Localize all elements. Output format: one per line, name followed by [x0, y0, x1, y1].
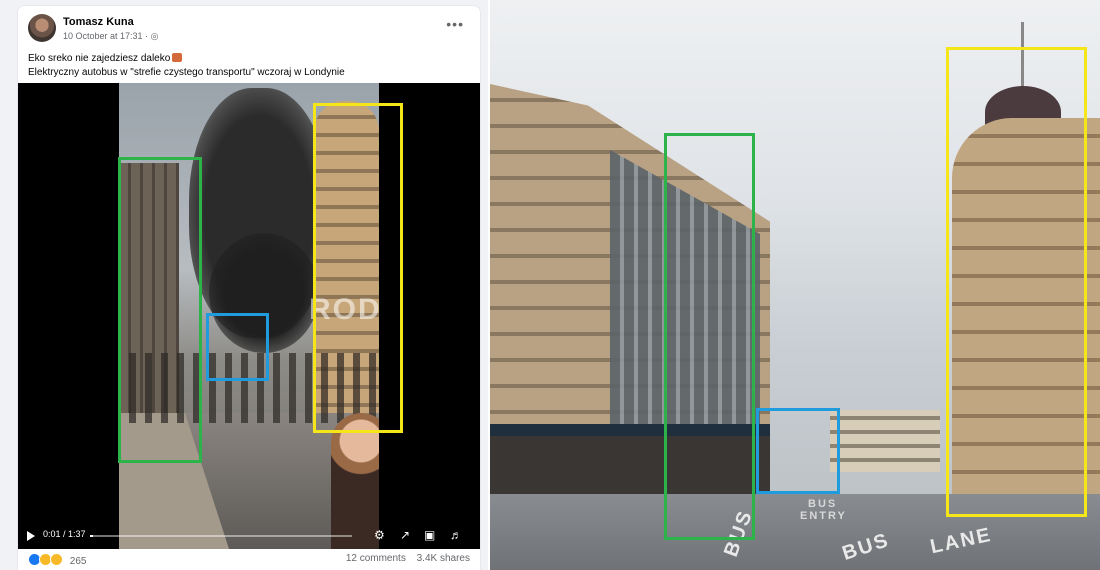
- green-highlight-box: [664, 133, 755, 540]
- social-post-panel: Tomasz Kuna 10 October at 17:31 · ◎ ••• …: [0, 0, 488, 570]
- photo-distant-building: [830, 410, 940, 472]
- video-time: 0:01 / 1:37: [43, 529, 86, 539]
- road-marking-bus-2: BUS: [808, 498, 838, 510]
- post-stats: 12 comments 3.4K shares: [346, 553, 470, 564]
- more-options-icon[interactable]: •••: [446, 16, 464, 32]
- video-controls: 0:01 / 1:37 ⚙ ↗ ▣ ♬: [18, 523, 480, 549]
- fullscreen-icon[interactable]: ↗: [400, 527, 410, 543]
- video-progress-bar[interactable]: [90, 535, 352, 537]
- post-text-line-1-content: Eko sreko nie zajedziesz daleko: [28, 53, 171, 64]
- play-icon[interactable]: [27, 531, 35, 541]
- street-view-photo: BUS BUS ENTRY BUS LANE: [490, 0, 1100, 570]
- post-card: Tomasz Kuna 10 October at 17:31 · ◎ ••• …: [18, 6, 480, 570]
- post-footer: 265 12 comments 3.4K shares: [28, 552, 470, 570]
- emoji-icon: [172, 53, 183, 62]
- reactions-summary[interactable]: 265: [28, 553, 86, 567]
- globe-icon: ◎: [150, 31, 159, 41]
- pip-icon[interactable]: ▣: [424, 527, 435, 543]
- green-highlight-box: [118, 157, 202, 463]
- post-text-line-2: Elektryczny autobus w "strefie czystego …: [28, 67, 345, 78]
- haha-icon: [50, 553, 63, 566]
- post-text: Eko sreko nie zajedziesz daleko Elektryc…: [28, 52, 345, 80]
- blue-highlight-box: [206, 313, 269, 381]
- yellow-highlight-box: [946, 47, 1087, 517]
- post-meta: 10 October at 17:31 · ◎: [63, 31, 158, 42]
- reaction-count: 265: [69, 556, 87, 567]
- post-timestamp[interactable]: 10 October at 17:31 ·: [63, 31, 151, 41]
- volume-icon[interactable]: ♬: [450, 527, 462, 543]
- gear-icon[interactable]: ⚙: [374, 527, 385, 543]
- yellow-highlight-box: [313, 103, 403, 433]
- comments-count-link[interactable]: 12 comments: [346, 553, 406, 564]
- post-header: Tomasz Kuna 10 October at 17:31 · ◎ •••: [28, 14, 470, 50]
- video-player[interactable]: ROD 0:01 / 1:37 ⚙ ↗ ▣ ♬: [18, 83, 480, 549]
- video-progress-fill: [90, 535, 93, 537]
- author-name[interactable]: Tomasz Kuna: [63, 16, 134, 28]
- blue-highlight-box: [756, 408, 840, 494]
- road-marking-entry: ENTRY: [800, 510, 847, 522]
- shares-count-link[interactable]: 3.4K shares: [417, 553, 470, 564]
- post-text-line-1: Eko sreko nie zajedziesz daleko: [28, 52, 345, 66]
- avatar[interactable]: [28, 14, 56, 42]
